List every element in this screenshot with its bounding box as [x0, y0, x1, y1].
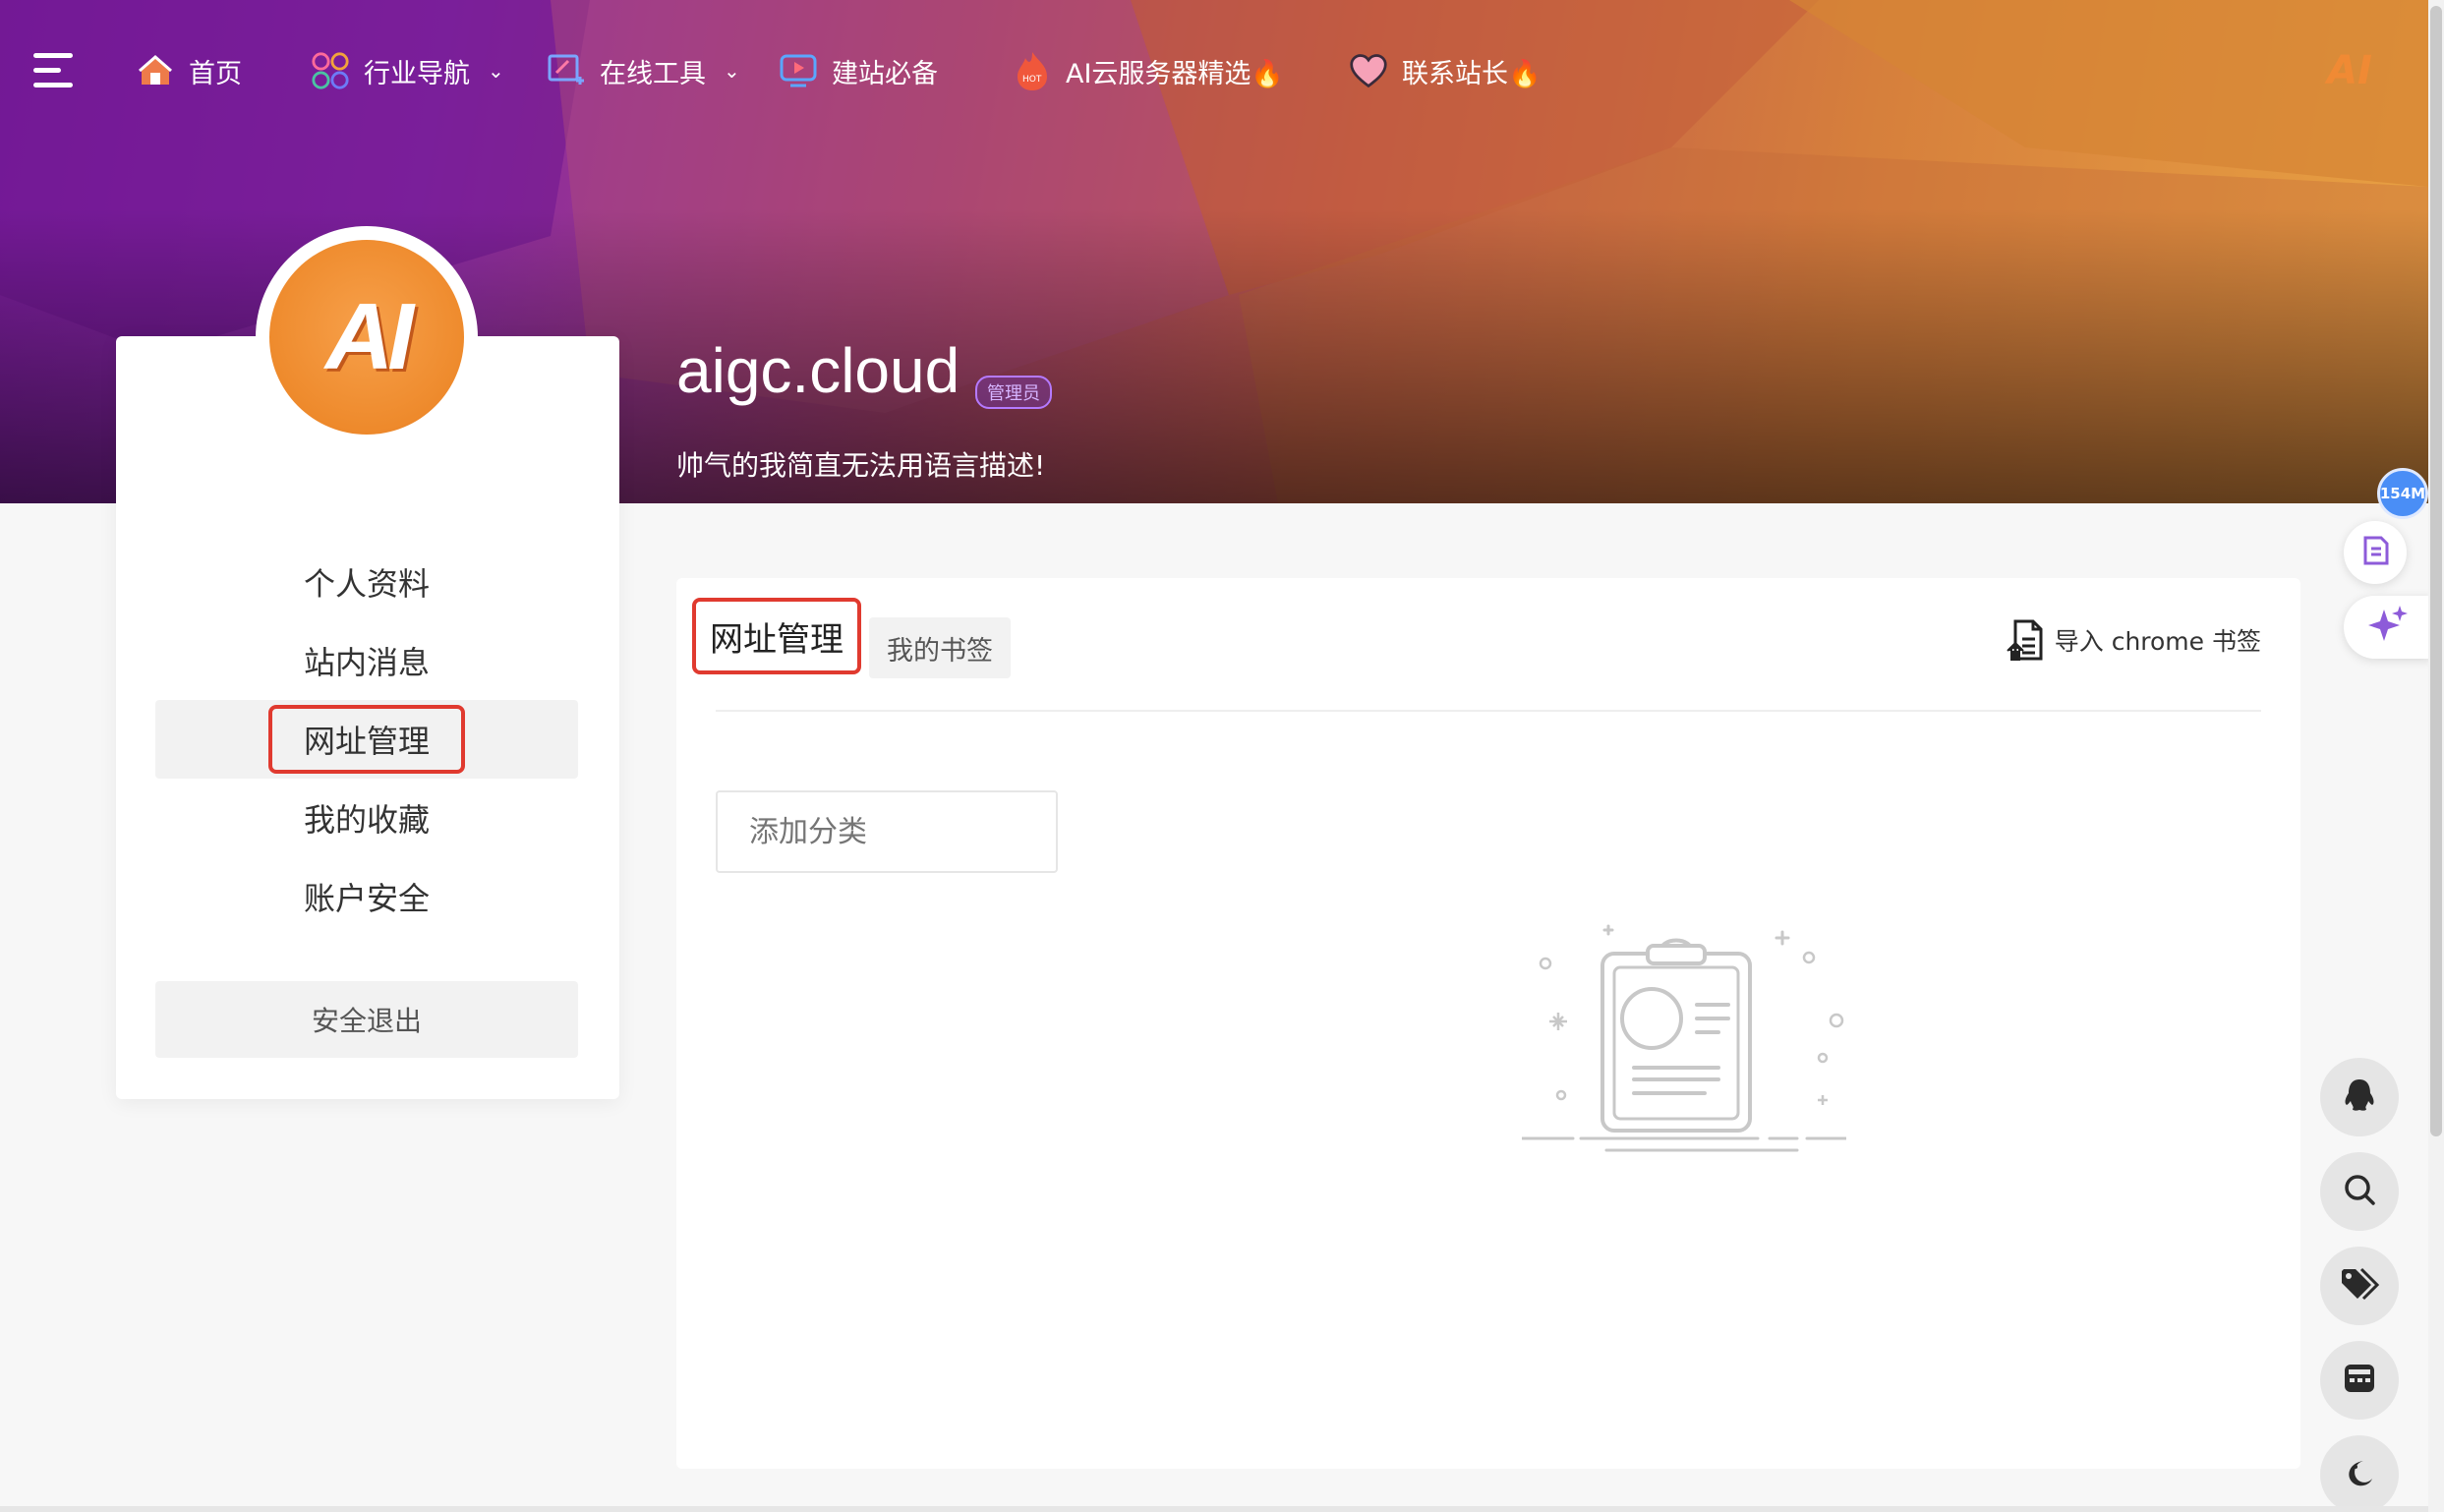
scrollbar-thumb[interactable]: [2430, 6, 2442, 1136]
dark-mode-button[interactable]: [2320, 1435, 2399, 1512]
import-label: 导入 chrome 书签: [2054, 627, 2261, 656]
tags-icon: [2340, 1267, 2380, 1305]
nav-item-home[interactable]: 首页: [136, 49, 242, 92]
nav-item-site-essentials[interactable]: 建站必备: [779, 49, 938, 92]
profile-bio: 帅气的我简直无法用语言描述!: [676, 449, 1046, 482]
sidebar-item-account-security[interactable]: 账户安全: [155, 857, 578, 936]
moon-icon: [2344, 1457, 2375, 1492]
sidebar-item-label: 个人资料: [303, 565, 430, 603]
qq-penguin-icon: [2343, 1077, 2376, 1117]
user-sidebar: 个人资料 站内消息 网址管理 我的收藏 账户安全 安全退出: [116, 336, 619, 1099]
nav-item-label: 建站必备: [832, 58, 938, 89]
chevron-down-icon: ⌄: [488, 59, 504, 83]
qq-button[interactable]: [2320, 1058, 2399, 1136]
sidebar-item-favorites[interactable]: 我的收藏: [155, 779, 578, 857]
nav-item-label: 联系站长🔥: [1402, 58, 1542, 89]
chevron-down-icon: ⌄: [724, 59, 740, 83]
heart-icon: [1349, 51, 1388, 90]
sidebar-item-url-management[interactable]: 网址管理: [155, 700, 578, 779]
notes-button[interactable]: [2344, 521, 2407, 584]
hot-fire-icon: HOT: [1013, 51, 1052, 90]
avatar-logo: AI: [269, 240, 464, 435]
sidebar-item-label: 站内消息: [303, 644, 430, 681]
search-icon: [2343, 1173, 2376, 1210]
avatar[interactable]: AI: [256, 226, 478, 448]
top-nav: 首页 行业导航 ⌄ 在线工具 ⌄ 建站必备 HOT AI云服务器精选🔥 联系站长…: [0, 0, 2428, 142]
profile-name: aigc.cloud: [676, 335, 960, 406]
tools-icon: [547, 51, 586, 90]
sidebar-item-label: 网址管理: [267, 705, 465, 774]
role-badge: 管理员: [975, 376, 1052, 409]
import-file-icon: [2006, 619, 2043, 661]
home-icon: [136, 51, 175, 90]
import-chrome-bookmarks-button[interactable]: 导入 chrome 书签: [2006, 619, 2261, 661]
tab-my-bookmarks[interactable]: 我的书签: [869, 617, 1011, 678]
nav-item-label: 首页: [189, 58, 242, 89]
memory-badge: 154M: [2377, 468, 2428, 519]
nav-item-label: 在线工具: [600, 58, 706, 89]
logout-button[interactable]: 安全退出: [155, 981, 578, 1058]
nav-item-ai-cloud[interactable]: HOT AI云服务器精选🔥: [1013, 49, 1284, 92]
sidebar-menu: 个人资料 站内消息 网址管理 我的收藏 账户安全: [155, 543, 578, 936]
bottom-divider: [0, 1506, 2428, 1512]
search-button[interactable]: [2320, 1152, 2399, 1231]
apps-icon: [311, 51, 350, 90]
svg-text:HOT: HOT: [1022, 75, 1042, 85]
site-logo-mini[interactable]: AI: [2320, 41, 2379, 100]
nav-item-label: AI云服务器精选🔥: [1066, 58, 1285, 89]
empty-state-illustration: [1522, 924, 1846, 1152]
nav-item-label: 行业导航: [364, 58, 470, 89]
add-category-input[interactable]: [716, 790, 1058, 873]
calculator-button[interactable]: [2320, 1341, 2399, 1420]
calculator-icon: [2344, 1364, 2375, 1397]
play-icon: [779, 51, 818, 90]
tags-button[interactable]: [2320, 1247, 2399, 1325]
sidebar-item-label: 我的收藏: [303, 801, 430, 839]
sidebar-item-messages[interactable]: 站内消息: [155, 621, 578, 700]
menu-icon[interactable]: [33, 53, 77, 88]
tab-url-management[interactable]: 网址管理: [692, 598, 861, 674]
nav-item-contact[interactable]: 联系站长🔥: [1349, 49, 1542, 92]
main-panel: 网址管理 我的书签 导入 chrome 书签: [676, 578, 2300, 1469]
nav-item-tools[interactable]: 在线工具 ⌄: [547, 49, 740, 92]
nav-item-industry[interactable]: 行业导航 ⌄: [311, 49, 504, 92]
ai-assistant-button[interactable]: [2344, 596, 2432, 659]
sidebar-item-label: 账户安全: [303, 880, 430, 917]
document-icon: [2359, 535, 2391, 570]
divider: [716, 710, 2261, 712]
sidebar-item-profile[interactable]: 个人资料: [155, 543, 578, 621]
sparkle-icon: [2366, 604, 2410, 651]
